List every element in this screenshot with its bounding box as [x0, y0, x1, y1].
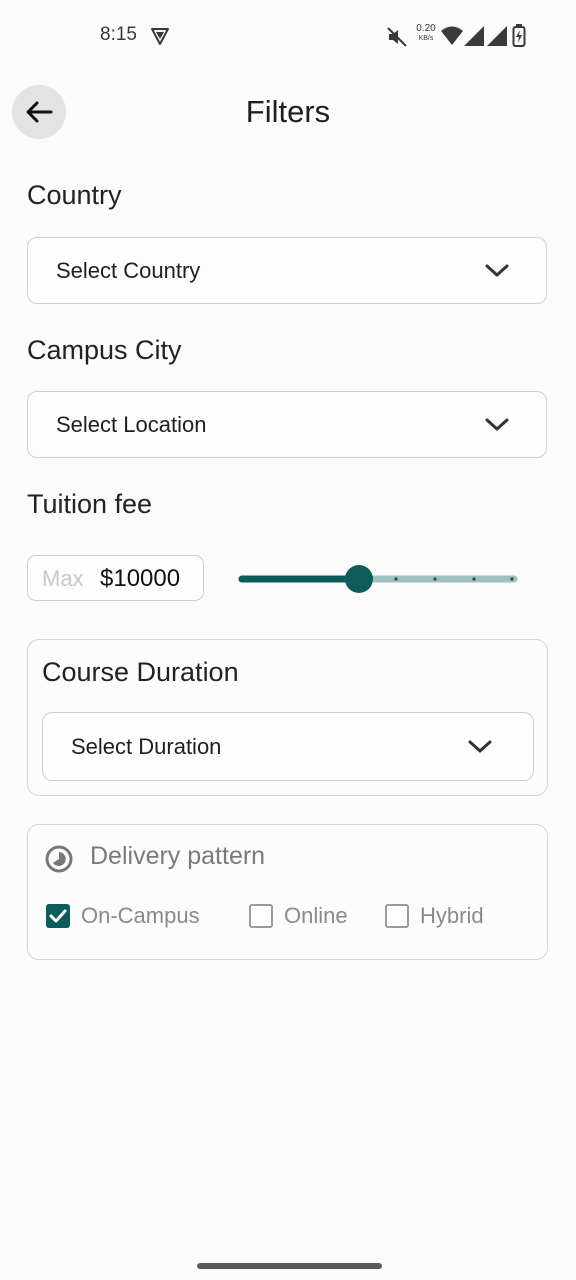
location-select[interactable]: Select Location	[27, 391, 547, 458]
vpn-shield-icon	[151, 28, 169, 45]
country-select[interactable]: Select Country	[27, 237, 547, 304]
on-campus-checkbox[interactable]	[46, 904, 70, 928]
slider-thumb[interactable]	[344, 565, 373, 593]
campus-city-label: Campus City	[27, 335, 182, 365]
hybrid-checkbox[interactable]	[385, 904, 409, 928]
signal-icon	[464, 26, 484, 46]
mute-icon	[387, 27, 407, 47]
max-fee-input[interactable]: Max $10000	[27, 555, 204, 601]
chevron-down-icon	[485, 418, 509, 430]
online-label[interactable]: Online	[284, 903, 348, 929]
country-label: Country	[27, 180, 122, 210]
chevron-down-icon	[485, 264, 509, 276]
wifi-icon	[441, 26, 463, 45]
page-title: Filters	[245, 94, 331, 129]
chevron-down-icon	[468, 740, 492, 752]
home-indicator[interactable]	[197, 1263, 382, 1269]
delivery-pattern-card: Delivery pattern On-Campus Online Hybrid	[27, 824, 548, 960]
timelapse-icon	[45, 845, 73, 873]
tuition-fee-label: Tuition fee	[27, 489, 153, 519]
delivery-pattern-label: Delivery pattern	[90, 842, 266, 870]
status-time: 8:15	[100, 24, 137, 45]
network-speed: 0.20 KB/s	[416, 23, 436, 43]
location-select-text: Select Location	[56, 411, 207, 437]
slider-tick	[394, 577, 398, 581]
status-icons: 0.20 KB/s	[386, 22, 536, 50]
online-checkbox[interactable]	[249, 904, 273, 928]
country-select-text: Select Country	[56, 257, 201, 283]
on-campus-label[interactable]: On-Campus	[81, 903, 200, 929]
tuition-fee-slider[interactable]	[238, 560, 518, 598]
battery-icon	[512, 24, 526, 47]
course-duration-label: Course Duration	[42, 657, 239, 687]
max-fee-value: $10000	[100, 565, 181, 592]
slider-tick	[510, 577, 514, 581]
duration-select[interactable]: Select Duration	[42, 712, 534, 781]
duration-select-text: Select Duration	[71, 733, 222, 759]
slider-tick	[433, 577, 437, 581]
hybrid-label[interactable]: Hybrid	[420, 903, 484, 929]
slider-tick	[472, 577, 476, 581]
signal-icon-2	[487, 26, 507, 46]
max-fee-placeholder: Max	[42, 566, 84, 591]
course-duration-card: Course Duration Select Duration	[27, 639, 548, 796]
checkmark-icon	[49, 909, 67, 923]
